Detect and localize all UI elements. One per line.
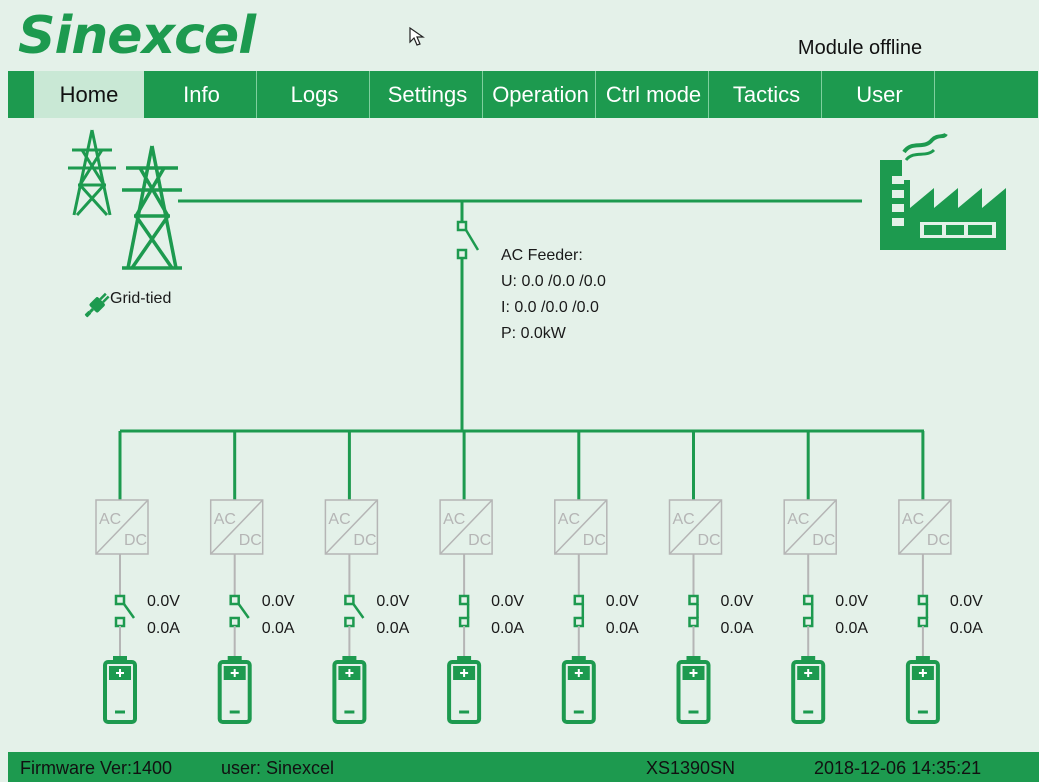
module-voltage: 0.0V [261, 593, 295, 610]
battery-icon [103, 656, 137, 724]
battery-icon [905, 656, 940, 724]
switch-icon[interactable] [458, 594, 470, 628]
converter-icon[interactable]: ACDC [898, 499, 952, 555]
datetime: 2018-12-06 14:35:21 [814, 758, 982, 778]
converter-icon[interactable]: ACDC [554, 499, 608, 555]
switch-icon[interactable] [688, 594, 699, 628]
feeder-voltage: U: 0.0 /0.0 /0.0 [501, 273, 606, 290]
switch-icon[interactable] [802, 594, 814, 628]
ac-feeder-readout: AC Feeder: U: 0.0 /0.0 /0.0 I: 0.0 /0.0 … [501, 243, 606, 347]
module-1: ACDC [95, 431, 149, 724]
module-measurements: 0.0V 0.0A [147, 588, 180, 642]
converter-dc-label: DC [927, 532, 950, 549]
converter-dc-label: DC [124, 532, 147, 549]
converter-ac-label: AC [673, 511, 695, 528]
battery-icon [217, 656, 252, 724]
switch-icon[interactable] [573, 594, 585, 628]
converter-dc-label: DC [353, 532, 376, 549]
module-measurements: 0.0V 0.0A [950, 588, 983, 642]
converter-icon[interactable]: ACDC [783, 499, 837, 555]
module-2: ACDC [209, 431, 264, 724]
converter-dc-label: DC [812, 532, 835, 549]
battery-icon [791, 656, 826, 724]
module-current: 0.0A [147, 620, 180, 637]
module-current: 0.0A [720, 620, 754, 637]
module-current: 0.0A [835, 620, 869, 637]
module-voltage: 0.0V [949, 593, 983, 610]
feeder-title: AC Feeder: [501, 247, 583, 264]
converter-icon[interactable]: ACDC [439, 499, 493, 555]
module-5: ACDC [554, 431, 608, 724]
feeder-power: P: 0.0kW [501, 325, 566, 342]
pylon-icon [68, 129, 182, 270]
factory-icon [880, 132, 1006, 250]
feeder-current: I: 0.0 /0.0 /0.0 [501, 299, 599, 316]
module-current: 0.0A [376, 620, 410, 637]
module-measurements: 0.0V 0.0A [376, 588, 409, 642]
switch-icon[interactable] [229, 594, 250, 628]
firmware-version: Firmware Ver:1400 [20, 758, 173, 778]
battery-icon [332, 656, 367, 724]
switch-icon[interactable] [114, 594, 136, 628]
converter-icon[interactable]: ACDC [209, 499, 264, 555]
system-diagram: ACDCACDCACDCACDCACDCACDCACDCACDC [68, 129, 1006, 724]
status-bar: Firmware Ver:1400 user: Sinexcel XS1390S… [8, 752, 1039, 782]
converter-dc-label: DC [239, 532, 262, 549]
serial-number: XS1390SN [646, 758, 736, 778]
module-voltage: 0.0V [376, 593, 410, 610]
converter-ac-label: AC [214, 511, 236, 528]
module-voltage: 0.0V [605, 593, 639, 610]
converter-ac-label: AC [328, 511, 350, 528]
converter-ac-label: AC [558, 511, 580, 528]
module-current: 0.0A [261, 620, 295, 637]
module-current: 0.0A [605, 620, 639, 637]
converter-ac-label: AC [99, 511, 121, 528]
battery-icon [676, 656, 711, 724]
converter-icon[interactable]: ACDC [668, 499, 723, 555]
module-measurements: 0.0V 0.0A [835, 588, 868, 642]
module-voltage: 0.0V [147, 593, 180, 610]
module-3: ACDC [324, 431, 379, 724]
converter-dc-label: DC [583, 532, 606, 549]
current-user: user: Sinexcel [221, 758, 335, 778]
grid-tied-label: Grid-tied [110, 290, 172, 307]
switch-icon[interactable] [344, 594, 365, 628]
converter-ac-label: AC [443, 511, 465, 528]
module-4: ACDC [439, 431, 493, 724]
module-8: ACDC [898, 431, 952, 724]
converter-ac-label: AC [902, 511, 924, 528]
converter-ac-label: AC [787, 511, 809, 528]
module-current: 0.0A [491, 620, 525, 637]
module-current: 0.0A [949, 620, 983, 637]
converter-dc-label: DC [698, 532, 721, 549]
module-measurements: 0.0V 0.0A [262, 588, 295, 642]
battery-icon [447, 656, 482, 724]
feeder-switch-icon [456, 220, 480, 260]
module-7: ACDC [783, 431, 837, 724]
switch-icon[interactable] [917, 594, 929, 628]
module-voltage: 0.0V [491, 593, 525, 610]
module-measurements: 0.0V 0.0A [606, 588, 639, 642]
converter-dc-label: DC [468, 532, 491, 549]
battery-icon [561, 656, 596, 724]
converter-icon[interactable]: ACDC [324, 499, 379, 555]
module-voltage: 0.0V [720, 593, 754, 610]
module-voltage: 0.0V [835, 593, 869, 610]
module-6: ACDC [668, 431, 723, 724]
converter-icon[interactable]: ACDC [95, 499, 149, 555]
module-measurements: 0.0V 0.0A [491, 588, 524, 642]
module-measurements: 0.0V 0.0A [721, 588, 754, 642]
